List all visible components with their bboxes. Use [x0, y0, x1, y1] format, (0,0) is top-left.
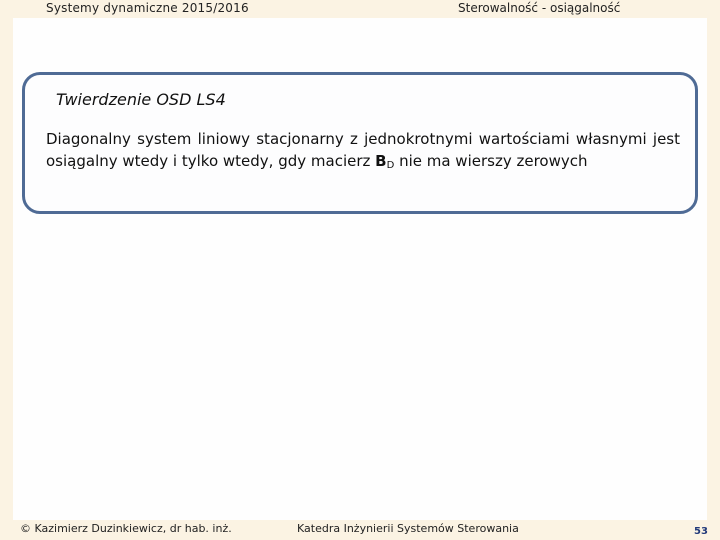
header-topic: Sterowalność - osiągalność: [458, 1, 621, 15]
page-number: 53: [694, 526, 708, 537]
footer-author: © Kazimierz Duzinkiewicz, dr hab. inż.: [20, 522, 232, 535]
header-course: Systemy dynamiczne 2015/2016: [46, 1, 249, 15]
theorem-statement: Diagonalny system liniowy stacjonarny z …: [46, 128, 680, 177]
theorem-title: Twierdzenie OSD LS4: [56, 90, 226, 109]
matrix-symbol: B: [375, 152, 387, 170]
theorem-box: Twierdzenie OSD LS4 Diagonalny system li…: [22, 72, 698, 214]
footer-department: Katedra Inżynierii Systemów Sterowania: [297, 522, 519, 535]
theorem-text-after: nie ma wierszy zerowych: [394, 152, 588, 170]
